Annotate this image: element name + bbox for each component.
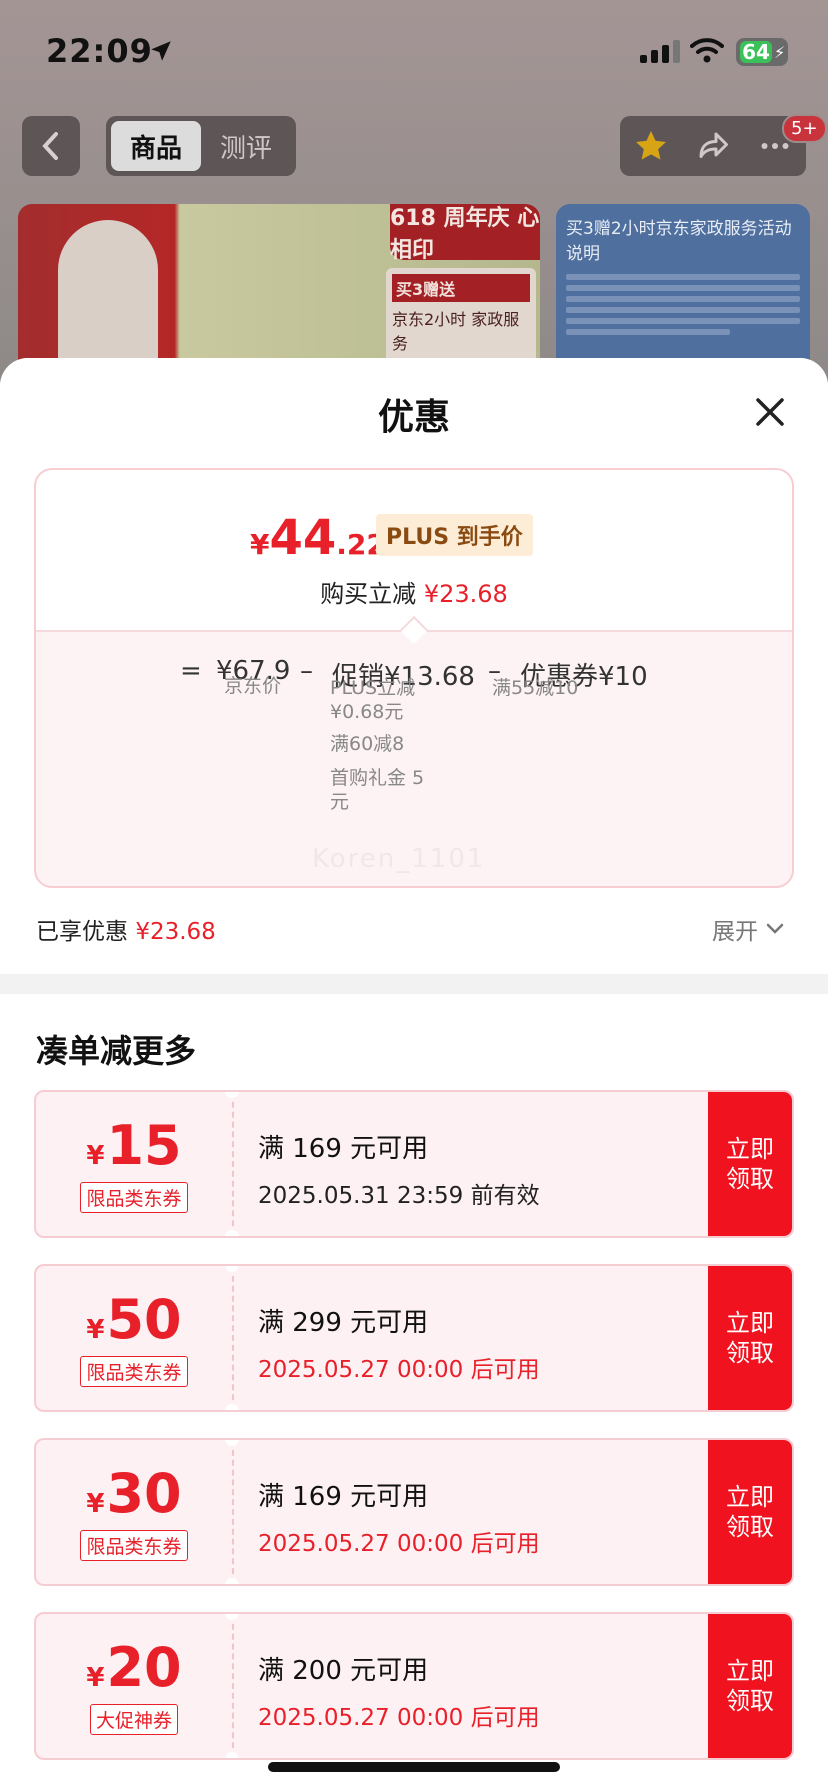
claim-coupon-button[interactable]: 立即领取 <box>708 1266 792 1410</box>
price-breakdown-card: ¥ 44 .22 PLUS 到手价 购买立减 ¥23.68 = ¥67.9 – … <box>34 468 794 888</box>
equals-sign: = <box>180 656 202 686</box>
chevron-down-icon <box>766 923 784 934</box>
coupon-separator <box>232 1614 234 1758</box>
product-tabs: 商品 测评 <box>106 116 296 176</box>
final-price-integer: 44 <box>269 510 337 566</box>
coupon-currency: ¥ <box>86 1662 105 1693</box>
back-button[interactable] <box>22 116 80 176</box>
coupon-amount: 15 <box>106 1113 182 1177</box>
coupon-value: ¥20 大促神券 <box>36 1614 232 1758</box>
coupon-validity: 2025.05.27 00:00 后可用 <box>258 1705 540 1731</box>
instant-discount-line: 购买立减 ¥23.68 <box>36 574 792 609</box>
coupon-condition: 满 299 元可用 <box>258 1308 429 1338</box>
plus-price-tag: PLUS 到手价 <box>376 514 533 556</box>
battery-level: 64 <box>742 40 770 64</box>
discount-summary-section: 优惠 ¥ 44 .22 PLUS 到手价 购买立减 ¥23.68 = ¥67.9… <box>0 358 828 974</box>
coupon-type-tag: 限品类东券 <box>80 1355 188 1387</box>
status-bar: 22:09 64 ⚡ <box>0 0 828 100</box>
expand-label: 展开 <box>712 919 758 945</box>
coupon-condition: 满 200 元可用 <box>258 1656 429 1686</box>
coupon-value: ¥50 限品类东券 <box>36 1266 232 1410</box>
product-top-bar: 商品 测评 <box>0 116 828 178</box>
coupon-validity: 2025.05.27 00:00 后可用 <box>258 1531 540 1557</box>
promo-detail-full-reduction: 满60减8 <box>330 733 405 755</box>
jd-price-label: 京东价 <box>224 675 282 697</box>
enjoyed-discount: 已享优惠 ¥23.68 <box>36 912 216 946</box>
coupon-card: ¥20 大促神券 满 200 元可用 2025.05.27 00:00 后可用 … <box>34 1612 794 1760</box>
section-title: 凑单减更多 <box>36 1032 197 1070</box>
coupon-card: ¥30 限品类东券 满 169 元可用 2025.05.27 00:00 后可用… <box>34 1438 794 1586</box>
chevron-left-icon <box>42 132 58 160</box>
coupon-currency: ¥ <box>86 1488 105 1519</box>
coupon-type-tag: 限品类东券 <box>80 1181 188 1213</box>
battery-icon: 64 ⚡ <box>736 38 788 66</box>
sheet-title: 优惠 <box>377 397 450 438</box>
charging-bolt-icon: ⚡ <box>774 42 786 62</box>
coupon-separator <box>232 1092 234 1236</box>
tab-review[interactable]: 测评 <box>201 121 291 171</box>
claim-coupon-label: 立即领取 <box>726 1483 774 1541</box>
promo-detail-plus: PLUS立减 ¥0.68元 <box>330 677 416 723</box>
coupon-validity: 2025.05.27 00:00 后可用 <box>258 1357 540 1383</box>
wifi-icon <box>690 38 724 63</box>
more-coupons-section: 凑单减更多 ¥15 限品类东券 满 169 元可用 2025.05.31 23:… <box>0 994 828 1792</box>
coupon-type-tag: 限品类东券 <box>80 1529 188 1561</box>
final-price-currency: ¥ <box>250 528 270 561</box>
activity-title: 买3赠2小时京东家政服务活动说明 <box>566 219 792 264</box>
cellular-signal-icon <box>640 40 680 63</box>
location-arrow-icon <box>151 41 171 61</box>
promo-detail-first-purchase: 首购礼金 5元 <box>330 767 425 813</box>
coupon-amount: 20 <box>106 1635 182 1699</box>
coupon-value: ¥15 限品类东券 <box>36 1092 232 1236</box>
home-indicator[interactable] <box>268 1762 560 1772</box>
claim-coupon-label: 立即领取 <box>726 1135 774 1193</box>
brand-tag: 618 周年庆 心相印 <box>390 204 540 263</box>
expand-button[interactable]: 展开 <box>712 912 784 946</box>
coupon-amount: 30 <box>106 1461 182 1525</box>
coupon-separator <box>232 1440 234 1584</box>
enjoyed-discount-label: 已享优惠 <box>36 919 128 945</box>
coupon-amount: 50 <box>106 1287 182 1351</box>
tab-product[interactable]: 商品 <box>111 121 201 171</box>
coupon-card: ¥50 限品类东券 满 299 元可用 2025.05.27 00:00 后可用… <box>34 1264 794 1412</box>
divider-notch <box>399 615 429 645</box>
coupon-currency: ¥ <box>86 1140 105 1171</box>
header-actions <box>620 116 806 176</box>
discount-sheet: 优惠 ¥ 44 .22 PLUS 到手价 购买立减 ¥23.68 = ¥67.9… <box>0 358 828 1792</box>
minus-sign: – <box>300 656 313 686</box>
message-count-badge: 5+ <box>782 114 827 143</box>
promo-title: 买3赠送 <box>392 274 530 302</box>
coupon-condition: 满 169 元可用 <box>258 1482 429 1512</box>
status-time: 22:09 <box>46 32 153 70</box>
activity-banner-image[interactable]: 买3赠2小时京东家政服务活动说明 <box>556 204 810 380</box>
claim-coupon-label: 立即领取 <box>726 1309 774 1367</box>
claim-coupon-button[interactable]: 立即领取 <box>708 1614 792 1758</box>
coupon-condition: 满 169 元可用 <box>258 1134 429 1164</box>
share-icon[interactable] <box>695 128 731 164</box>
enjoyed-discount-amount: ¥23.68 <box>135 919 216 945</box>
watermark-text: Koren_1101 <box>312 844 486 874</box>
claim-coupon-button[interactable]: 立即领取 <box>708 1440 792 1584</box>
promo-text: 京东2小时 家政服务 <box>392 310 520 353</box>
coupon-detail: 满55减10 <box>492 677 579 699</box>
coupon-card: ¥15 限品类东券 满 169 元可用 2025.05.31 23:59 前有效… <box>34 1090 794 1238</box>
coupon-validity: 2025.05.31 23:59 前有效 <box>258 1183 540 1209</box>
model-photo <box>58 220 158 380</box>
claim-coupon-label: 立即领取 <box>726 1657 774 1715</box>
instant-discount-amount: ¥23.68 <box>423 580 508 608</box>
coupon-currency: ¥ <box>86 1314 105 1345</box>
star-icon[interactable] <box>633 128 669 164</box>
coupon-type-tag: 大促神券 <box>89 1703 178 1735</box>
instant-discount-label: 购买立减 <box>320 580 417 608</box>
claim-coupon-button[interactable]: 立即领取 <box>708 1092 792 1236</box>
coupon-separator <box>232 1266 234 1410</box>
coupon-value: ¥30 限品类东券 <box>36 1440 232 1584</box>
final-price: ¥ 44 .22 <box>250 510 386 566</box>
product-banner-image[interactable]: 618 周年庆 心相印 买3赠送 京东2小时 家政服务 <box>18 204 540 380</box>
close-icon[interactable] <box>750 392 790 432</box>
